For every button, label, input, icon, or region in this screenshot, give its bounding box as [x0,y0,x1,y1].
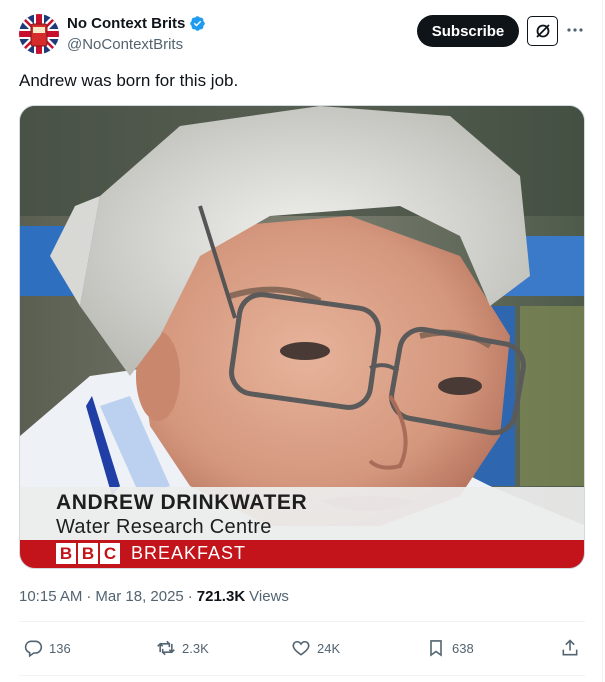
heart-icon [292,640,310,656]
repost-button[interactable]: 2.3K [156,632,209,664]
verified-badge-icon[interactable] [189,15,206,32]
repost-count: 2.3K [182,640,209,656]
union-jack-avatar-icon [19,14,59,54]
author-handle[interactable]: @NoContextBrits [67,36,183,53]
meta-separator: · [187,588,193,605]
more-icon[interactable] [565,20,585,40]
tweet-text: Andrew was born for this job. [19,71,239,90]
caption-organisation: Water Research Centre [56,516,272,538]
caption-name: ANDREW DRINKWATER [56,491,308,514]
repost-icon [157,640,175,656]
reply-count: 136 [49,640,71,656]
tweet-card: No Context Brits @NoContextBrits Subscri… [0,0,603,682]
share-button[interactable] [560,632,580,664]
programme-name: BREAKFAST [131,543,247,563]
subscribe-button[interactable]: Subscribe [417,15,519,47]
author-name-row[interactable]: No Context Brits [67,15,206,32]
bookmark-icon [430,640,442,657]
bookmark-button[interactable]: 638 [426,632,474,664]
author-name[interactable]: No Context Brits [67,15,185,32]
tweet-time[interactable]: 10:15 AM [19,588,82,605]
bbc-logo: B B C [56,543,120,564]
reply-icon [24,640,43,658]
views-count: 721.3K [196,588,246,605]
action-bar: 136 2.3K 24K 638 [19,632,585,664]
tweet-photo[interactable]: ANDREW DRINKWATER Water Research Centre … [19,105,585,569]
bbc-letter: B [78,543,98,564]
views-label: Views [249,588,289,605]
divider [19,621,585,622]
grok-icon[interactable] [527,16,558,46]
avatar[interactable] [19,14,59,54]
divider [19,675,585,676]
like-button[interactable]: 24K [291,632,340,664]
share-icon [562,639,578,656]
bbc-letter: C [100,543,120,564]
meta-separator: · [86,588,92,605]
tweet-meta: 10:15 AM · Mar 18, 2025 · 721.3K Views [19,588,289,605]
reply-button[interactable]: 136 [23,632,71,664]
bookmark-count: 638 [452,640,474,656]
like-count: 24K [317,640,341,656]
bbc-letter: B [56,543,76,564]
tweet-date[interactable]: Mar 18, 2025 [95,588,183,605]
